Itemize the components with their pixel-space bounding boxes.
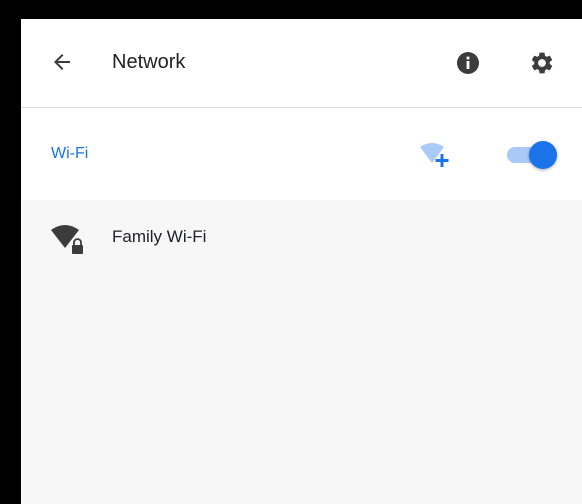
wifi-add-icon: [420, 143, 449, 167]
screen-frame: Network Wi-Fi Family Wi-Fi: [0, 0, 582, 504]
wifi-section-header: Wi-Fi: [21, 108, 582, 200]
wifi-locked-icon: [49, 220, 89, 260]
wifi-label: Wi-Fi: [51, 145, 89, 162]
add-network-button[interactable]: [418, 141, 458, 169]
network-list-item[interactable]: Family Wi-Fi: [21, 200, 582, 272]
header: Network: [21, 19, 582, 108]
settings-button[interactable]: [529, 50, 555, 76]
gear-icon: [531, 52, 553, 74]
page-title: Network: [112, 51, 186, 73]
info-button[interactable]: [455, 50, 481, 76]
back-button[interactable]: [49, 49, 75, 75]
network-name: Family Wi-Fi: [112, 227, 207, 246]
network-settings-panel: Network Wi-Fi Family Wi-Fi: [21, 19, 582, 504]
info-icon: [457, 52, 479, 74]
arrow-left-icon: [54, 54, 70, 70]
wifi-toggle[interactable]: [507, 141, 559, 169]
toggle-knob: [529, 141, 557, 169]
